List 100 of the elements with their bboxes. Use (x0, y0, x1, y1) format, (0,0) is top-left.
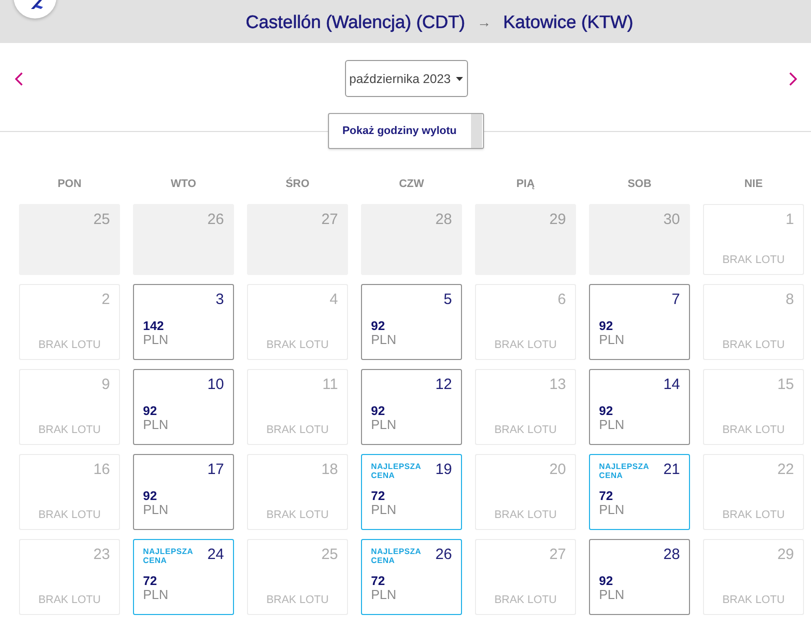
price-amount: 92 (599, 319, 613, 333)
day-tile[interactable]: NAJLEPSZA CENA 19 72 PLN (361, 454, 462, 530)
price-amount: 142 (143, 319, 164, 333)
price-amount: 92 (143, 489, 157, 503)
price-amount: 72 (143, 574, 157, 588)
day-number: 25 (321, 547, 338, 563)
no-flight-label: BRAK LOTU (266, 593, 329, 607)
price-amount: 92 (143, 404, 157, 418)
day-number: 11 (322, 377, 338, 393)
currency-label: PLN (599, 418, 624, 432)
currency-label: PLN (599, 333, 624, 347)
weekday-label: ŚRO (284, 177, 310, 191)
price-amount: 72 (599, 489, 613, 503)
day-number: 3 (216, 292, 224, 308)
day-tile[interactable]: 14 92 PLN (589, 369, 690, 445)
no-flight-label: BRAK LOTU (494, 508, 557, 522)
no-flight-label: BRAK LOTU (722, 423, 785, 437)
previous-month-button[interactable] (13, 70, 25, 88)
destination-airport: Katowice (KTW) (503, 10, 634, 32)
currency-label: PLN (371, 588, 396, 602)
no-flight-label: BRAK LOTU (494, 593, 557, 607)
chevron-right-icon (789, 72, 797, 86)
no-flight-label: BRAK LOTU (38, 508, 101, 522)
day-tile[interactable]: NAJLEPSZA CENA 21 72 PLN (589, 454, 690, 530)
day-number: 28 (663, 547, 680, 563)
currency-label: PLN (143, 588, 168, 602)
no-flight-label: BRAK LOTU (494, 423, 557, 437)
day-number: 28 (435, 212, 452, 228)
price-amount: 92 (371, 404, 385, 418)
day-number: 29 (777, 547, 794, 563)
best-price-label: NAJLEPSZA CENA (599, 462, 650, 480)
day-number: 29 (549, 212, 566, 228)
no-flight-label: BRAK LOTU (266, 338, 329, 352)
currency-label: PLN (371, 418, 396, 432)
day-number: 21 (663, 462, 680, 478)
currency-label: PLN (371, 503, 396, 517)
price-amount: 72 (371, 489, 385, 503)
day-number: 8 (786, 292, 794, 308)
best-price-label: NAJLEPSZA CENA (371, 462, 422, 480)
price-amount: 92 (371, 319, 385, 333)
weekday-label: NIE (743, 177, 764, 191)
day-number: 26 (435, 547, 452, 563)
plane-logo-icon[interactable] (12, 0, 58, 19)
day-number: 24 (207, 547, 224, 563)
day-number: 10 (207, 377, 224, 393)
day-number: 17 (207, 462, 224, 478)
origin-airport: Castellón (Walencja) (CDT) (246, 10, 466, 32)
currency-label: PLN (371, 333, 396, 347)
no-flight-label: BRAK LOTU (38, 593, 101, 607)
weekday-label: PIĄ (515, 177, 536, 191)
day-tile[interactable]: 28 92 PLN (589, 539, 690, 615)
day-number: 12 (435, 377, 452, 393)
day-number: 20 (549, 462, 566, 478)
day-tile[interactable]: 12 92 PLN (361, 369, 462, 445)
next-month-button[interactable] (787, 70, 799, 88)
day-number: 1 (786, 212, 794, 228)
day-number: 9 (102, 377, 110, 393)
currency-label: PLN (143, 333, 168, 347)
day-number: 2 (102, 292, 110, 308)
currency-label: PLN (599, 503, 624, 517)
day-number: 30 (663, 212, 680, 228)
day-number: 6 (558, 292, 566, 308)
day-tile[interactable]: NAJLEPSZA CENA 24 72 PLN (133, 539, 234, 615)
day-tile[interactable]: 3 142 PLN (133, 284, 234, 360)
day-tile[interactable]: 7 92 PLN (589, 284, 690, 360)
day-number: 25 (93, 212, 110, 228)
chevron-left-icon (15, 72, 23, 86)
show-departure-times-button[interactable]: Pokaż godziny wylotu (328, 113, 484, 149)
day-number: 7 (672, 292, 680, 308)
day-number: 13 (549, 377, 566, 393)
weekday-label: SOB (626, 177, 652, 191)
no-flight-label: BRAK LOTU (38, 338, 101, 352)
no-flight-label: BRAK LOTU (722, 338, 785, 352)
day-number: 26 (207, 212, 224, 228)
weekday-label: PON (56, 177, 82, 191)
price-amount: 92 (599, 574, 613, 588)
weekday-label: WTO (170, 177, 198, 191)
price-amount: 92 (599, 404, 613, 418)
best-price-label: NAJLEPSZA CENA (371, 547, 422, 565)
day-number: 27 (321, 212, 338, 228)
day-number: 14 (663, 377, 680, 393)
no-flight-label: BRAK LOTU (266, 508, 329, 522)
day-tile[interactable]: 10 92 PLN (133, 369, 234, 445)
day-number: 22 (777, 462, 794, 478)
no-flight-label: BRAK LOTU (494, 338, 557, 352)
caret-down-icon (456, 76, 463, 80)
day-tile[interactable]: NAJLEPSZA CENA 26 72 PLN (361, 539, 462, 615)
day-number: 18 (321, 462, 338, 478)
route-arrow: → (477, 12, 492, 32)
best-price-label: NAJLEPSZA CENA (143, 547, 194, 565)
currency-label: PLN (143, 418, 168, 432)
day-number: 23 (93, 547, 110, 563)
no-flight-label: BRAK LOTU (38, 423, 101, 437)
day-tile[interactable]: 17 92 PLN (133, 454, 234, 530)
day-number: 19 (435, 462, 452, 478)
price-amount: 72 (371, 574, 385, 588)
month-select[interactable]: października 2023 (344, 60, 468, 97)
day-number: 27 (549, 547, 566, 563)
day-tile[interactable]: 5 92 PLN (361, 284, 462, 360)
weekday-label: CZW (398, 177, 426, 191)
